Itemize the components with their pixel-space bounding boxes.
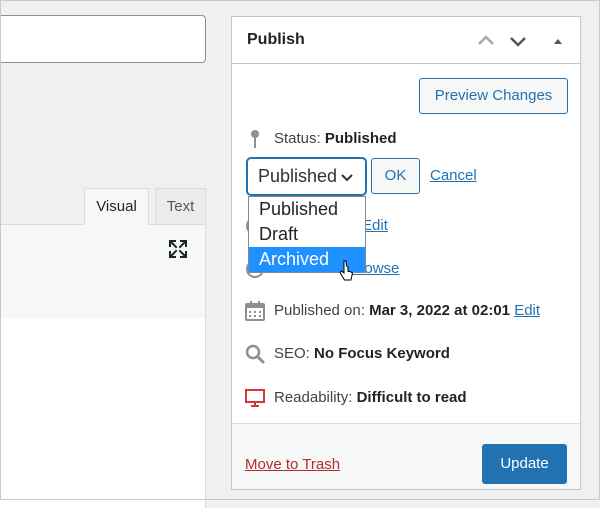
tab-text[interactable]: Text — [155, 188, 206, 225]
status-select-value: Published — [258, 166, 338, 186]
calendar-icon — [245, 301, 265, 321]
seo-row: SEO: No Focus Keyword — [244, 343, 450, 365]
pin-icon — [251, 130, 259, 148]
seo-label: SEO: — [274, 344, 310, 362]
status-select[interactable]: Published — [247, 158, 366, 195]
publish-title: Publish — [247, 31, 305, 48]
editor-content-area[interactable] — [0, 318, 206, 508]
triangle-up-icon[interactable] — [546, 29, 570, 53]
chevron-up-icon[interactable] — [474, 29, 498, 53]
preview-changes-button[interactable]: Preview Changes — [419, 78, 568, 114]
published-on-label: Published on: — [274, 301, 365, 319]
chevron-down-icon[interactable] — [506, 29, 530, 53]
published-on-row: Published on: Mar 3, 2022 at 02:01 Edit — [244, 300, 540, 322]
status-option-draft[interactable]: Draft — [249, 222, 365, 247]
status-row: Status: Published — [244, 128, 397, 150]
readability-value: Difficult to read — [356, 388, 467, 406]
status-value: Published — [324, 129, 397, 147]
published-on-edit-link[interactable]: Edit — [514, 302, 540, 319]
publish-box-header: Publish — [232, 17, 580, 64]
update-button[interactable]: Update — [482, 444, 567, 484]
chevron-down-icon — [341, 174, 353, 182]
post-title-input[interactable] — [0, 15, 206, 63]
monitor-icon — [245, 389, 265, 407]
fullscreen-icon[interactable] — [167, 238, 189, 260]
tab-visual[interactable]: Visual — [84, 188, 149, 225]
search-icon — [245, 344, 265, 364]
move-to-trash-link[interactable]: Move to Trash — [245, 456, 340, 473]
readability-label: Readability: — [274, 388, 353, 406]
publish-box-footer: Move to Trash Update — [232, 423, 580, 489]
status-label: Status: — [274, 129, 321, 147]
mouse-pointer-icon — [339, 260, 354, 281]
cancel-link[interactable]: Cancel — [430, 167, 477, 184]
publish-box: Publish Preview Changes Status: Publishe… — [231, 16, 581, 490]
ok-button[interactable]: OK — [371, 158, 420, 194]
seo-value: No Focus Keyword — [314, 344, 450, 362]
status-option-published[interactable]: Published — [249, 197, 365, 222]
readability-row: Readability: Difficult to read — [244, 387, 467, 409]
published-on-value: Mar 3, 2022 at 02:01 — [369, 301, 511, 319]
